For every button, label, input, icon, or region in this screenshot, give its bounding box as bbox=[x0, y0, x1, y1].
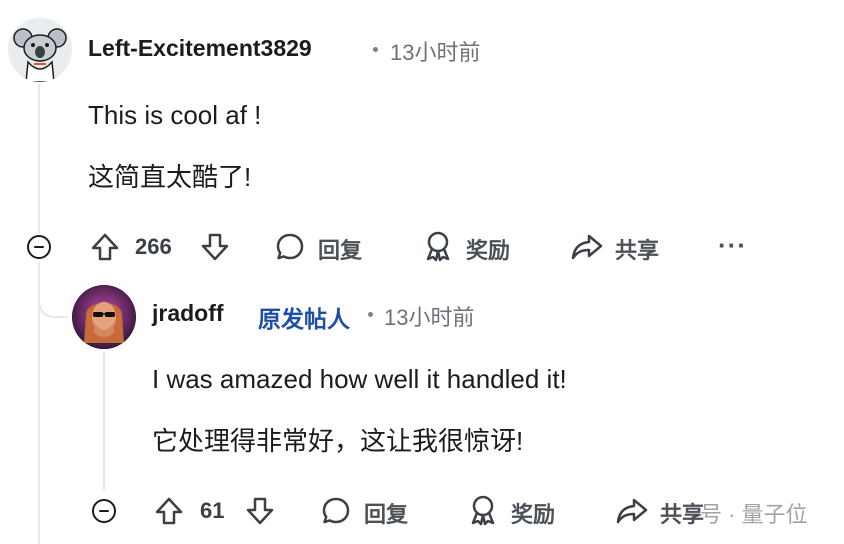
award-button-label[interactable]: 奖励 bbox=[466, 233, 510, 265]
reply-bubble-icon[interactable] bbox=[321, 496, 351, 526]
separator-dot bbox=[368, 312, 373, 317]
thread-line-reply bbox=[103, 352, 105, 490]
share-button-label[interactable]: 共享 bbox=[660, 497, 704, 529]
downvote-icon[interactable] bbox=[245, 496, 275, 526]
downvote-icon[interactable] bbox=[200, 232, 230, 262]
watermark-text: 号 · 量子位 bbox=[700, 502, 808, 527]
upvote-icon[interactable] bbox=[90, 232, 120, 262]
avatar[interactable] bbox=[8, 18, 72, 82]
user-photo-avatar-icon bbox=[72, 285, 136, 349]
thread-branch bbox=[38, 262, 68, 318]
collapse-thread-button[interactable] bbox=[27, 235, 51, 259]
reply-text-zh: 它处理得非常好，这让我很惊讶! bbox=[152, 426, 524, 456]
collapse-reply-button[interactable] bbox=[92, 499, 116, 523]
reply-username[interactable]: jradoff bbox=[152, 300, 224, 327]
share-arrow-icon[interactable] bbox=[616, 496, 648, 526]
comment-text-en: This is cool af ! bbox=[88, 100, 262, 130]
reply-avatar[interactable] bbox=[72, 285, 136, 349]
more-options-button[interactable]: ··· bbox=[718, 230, 747, 261]
reply-timestamp: 13小时前 bbox=[384, 305, 475, 330]
thread-line-main bbox=[38, 84, 40, 234]
reply-upvote-count: 61 bbox=[200, 498, 225, 523]
reply-button-label[interactable]: 回复 bbox=[364, 497, 408, 529]
share-arrow-icon[interactable] bbox=[571, 232, 603, 262]
comment-timestamp: 13小时前 bbox=[390, 40, 481, 65]
original-poster-badge: 原发帖人 bbox=[258, 306, 350, 332]
separator-dot bbox=[373, 47, 378, 52]
comment-username[interactable]: Left-Excitement3829 bbox=[88, 35, 312, 62]
award-icon[interactable] bbox=[423, 230, 453, 262]
upvote-count: 266 bbox=[135, 234, 172, 259]
upvote-icon[interactable] bbox=[154, 496, 184, 526]
share-button-label[interactable]: 共享 bbox=[615, 233, 659, 265]
reply-text-en: I was amazed how well it handled it! bbox=[152, 364, 567, 394]
comment-text-zh: 这简直太酷了! bbox=[88, 162, 252, 192]
snoo-koala-avatar-icon bbox=[8, 18, 72, 82]
reply-bubble-icon[interactable] bbox=[275, 232, 305, 262]
reply-button-label[interactable]: 回复 bbox=[318, 233, 362, 265]
award-icon[interactable] bbox=[468, 494, 498, 526]
award-button-label[interactable]: 奖励 bbox=[511, 497, 555, 529]
